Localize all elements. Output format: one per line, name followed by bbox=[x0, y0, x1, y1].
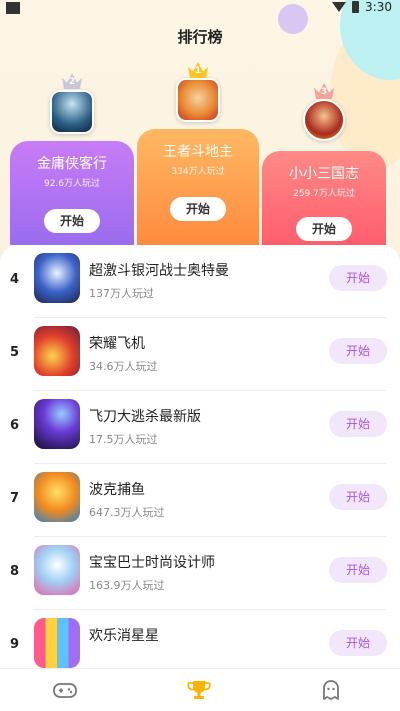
game-thumbnail[interactable] bbox=[34, 472, 80, 522]
gamepad-icon[interactable] bbox=[52, 677, 78, 703]
start-button[interactable]: 开始 bbox=[329, 411, 387, 437]
rank-number: 9 bbox=[10, 637, 20, 652]
rank-number: 7 bbox=[10, 491, 20, 506]
rank-number: 4 bbox=[10, 272, 20, 287]
start-button[interactable]: 开始 bbox=[170, 197, 226, 221]
game-thumbnail[interactable] bbox=[34, 618, 80, 668]
notification-icon bbox=[6, 2, 20, 14]
game-title: 宝宝巴士时尚设计师 bbox=[89, 555, 215, 571]
game-thumbnail[interactable] bbox=[34, 253, 80, 303]
game-thumbnail[interactable] bbox=[34, 545, 80, 595]
ranking-list: 4 超激斗银河战士奥特曼 137万人玩过 开始 5 荣耀飞机 34.6万人玩过 … bbox=[0, 245, 400, 675]
podium-rank-3: 小小三国志 259.7万人玩过 开始 bbox=[262, 151, 386, 245]
start-button[interactable]: 开始 bbox=[44, 209, 100, 233]
list-item[interactable]: 6 飞刀大逃杀最新版 17.5万人玩过 开始 bbox=[0, 391, 400, 464]
start-button[interactable]: 开始 bbox=[329, 338, 387, 364]
play-count: 163.9万人玩过 bbox=[89, 579, 165, 592]
game-name: 王者斗地主 bbox=[163, 144, 233, 160]
game-icon-rank-1[interactable] bbox=[176, 78, 220, 122]
rank-number: 6 bbox=[10, 418, 20, 433]
game-thumbnail[interactable] bbox=[34, 326, 80, 376]
start-button[interactable]: 开始 bbox=[329, 484, 387, 510]
list-item[interactable]: 5 荣耀飞机 34.6万人玩过 开始 bbox=[0, 318, 400, 391]
play-count: 92.6万人玩过 bbox=[43, 179, 101, 189]
play-count: 137万人玩过 bbox=[89, 287, 154, 300]
trophy-icon[interactable] bbox=[186, 677, 212, 703]
podium-rank-2: 金庸侠客行 92.6万人玩过 开始 bbox=[10, 141, 134, 245]
game-icon-rank-3[interactable] bbox=[303, 99, 345, 141]
start-button[interactable]: 开始 bbox=[329, 630, 387, 656]
game-icon-rank-2[interactable] bbox=[50, 90, 94, 134]
list-item[interactable]: 8 宝宝巴士时尚设计师 163.9万人玩过 开始 bbox=[0, 537, 400, 610]
play-count: 334万人玩过 bbox=[171, 167, 225, 177]
play-count: 259.7万人玩过 bbox=[293, 189, 355, 199]
bottom-tab-bar bbox=[0, 668, 400, 711]
game-title: 荣耀飞机 bbox=[89, 336, 145, 352]
game-title: 飞刀大逃杀最新版 bbox=[89, 409, 201, 425]
rank-number: 8 bbox=[10, 564, 20, 579]
play-count: 17.5万人玩过 bbox=[89, 433, 158, 446]
play-count: 647.3万人玩过 bbox=[89, 506, 165, 519]
game-title: 超激斗银河战士奥特曼 bbox=[89, 263, 229, 279]
game-title: 波克捕鱼 bbox=[89, 482, 145, 498]
list-item[interactable]: 4 超激斗银河战士奥特曼 137万人玩过 开始 bbox=[0, 245, 400, 318]
list-item[interactable]: 7 波克捕鱼 647.3万人玩过 开始 bbox=[0, 464, 400, 537]
status-time: 3:30 bbox=[365, 0, 392, 14]
rank-number: 5 bbox=[10, 345, 20, 360]
game-name: 金庸侠客行 bbox=[37, 156, 107, 172]
start-button[interactable]: 开始 bbox=[329, 265, 387, 291]
page-title: 排行榜 bbox=[177, 28, 223, 46]
list-item[interactable]: 9 欢乐消星星 开始 bbox=[0, 610, 400, 675]
wifi-icon bbox=[332, 2, 347, 12]
battery-icon bbox=[352, 1, 360, 13]
game-thumbnail[interactable] bbox=[34, 399, 80, 449]
game-title: 欢乐消星星 bbox=[89, 628, 159, 644]
podium-rank-1: 王者斗地主 334万人玩过 开始 bbox=[137, 129, 259, 245]
play-count: 34.6万人玩过 bbox=[89, 360, 158, 373]
status-bar: 3:30 bbox=[0, 0, 400, 18]
start-button[interactable]: 开始 bbox=[296, 217, 352, 241]
start-button[interactable]: 开始 bbox=[329, 557, 387, 583]
ghost-icon[interactable] bbox=[318, 677, 344, 703]
game-name: 小小三国志 bbox=[289, 166, 359, 182]
